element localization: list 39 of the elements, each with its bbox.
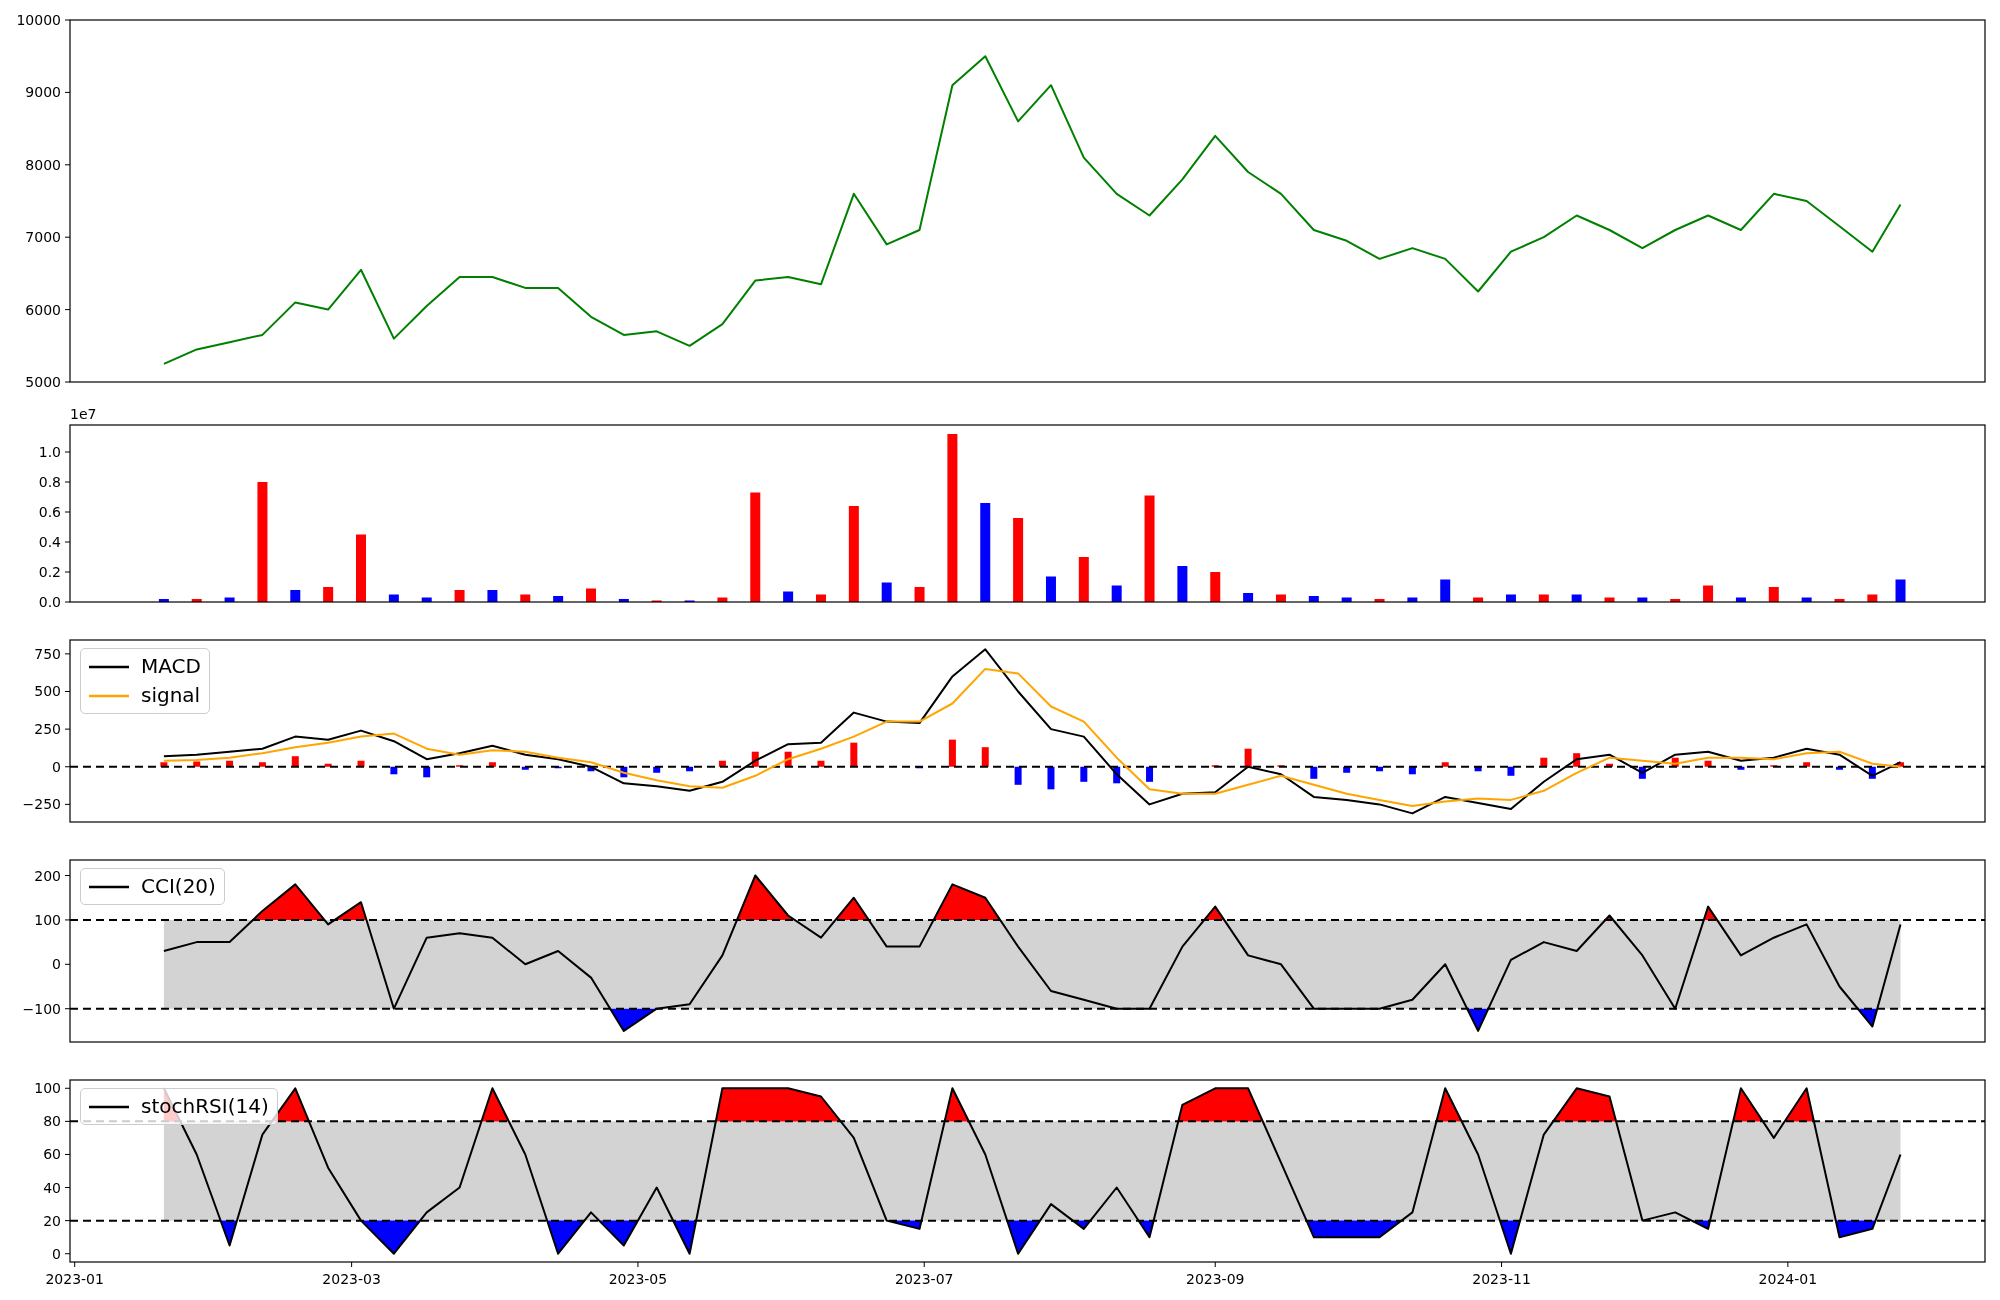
x-tick-label: 2023-03 <box>322 1271 381 1287</box>
y-tick-label: 0 <box>52 956 61 973</box>
y-tick-label: −100 <box>22 1000 61 1017</box>
y-tick-label: 80 <box>43 1113 61 1130</box>
y-tick-label: 7000 <box>25 229 61 246</box>
y-tick-label: 0.6 <box>38 504 61 520</box>
y-tick-label: 0.0 <box>38 594 61 610</box>
x-tick-label: 2023-01 <box>45 1271 104 1287</box>
x-tick-label: 2023-07 <box>895 1271 954 1287</box>
y-tick-label: 100 <box>34 911 61 928</box>
x-tick-label: 2024-01 <box>1758 1271 1818 1287</box>
x-tick-label: 2023-05 <box>608 1271 668 1287</box>
y-tick-label: 60 <box>43 1146 61 1163</box>
legend-label: stochRSI(14) <box>141 1094 269 1119</box>
y-tick-label: 9000 <box>25 84 61 101</box>
legend-label: CCI(20) <box>141 874 216 899</box>
y-tick-label: 100 <box>34 1080 61 1097</box>
y-tick-label: 5000 <box>25 374 61 390</box>
y-tick-label: −250 <box>22 796 61 813</box>
y-tick-label: 750 <box>34 645 61 662</box>
axis-offset-label: 1e7 <box>70 406 97 422</box>
x-tick-label: 2023-09 <box>1186 1271 1245 1287</box>
y-tick-label: 250 <box>34 721 61 738</box>
y-tick-label: 200 <box>34 867 61 884</box>
y-tick-label: 40 <box>43 1179 61 1196</box>
y-tick-label: 0.2 <box>38 564 61 580</box>
y-tick-label: 1.0 <box>38 444 61 460</box>
y-tick-label: 20 <box>43 1212 61 1229</box>
y-tick-label: 0 <box>52 1245 61 1262</box>
y-tick-label: 500 <box>34 683 61 700</box>
y-tick-label: 0.4 <box>38 534 61 550</box>
y-tick-label: 0.8 <box>38 474 61 490</box>
y-tick-label: 0 <box>52 758 61 775</box>
y-tick-label: 6000 <box>25 301 61 318</box>
y-tick-label: 10000 <box>16 12 61 28</box>
x-tick-label: 2023-11 <box>1472 1271 1531 1287</box>
legend-label: signal <box>141 683 201 708</box>
legend-label: MACD <box>141 654 201 679</box>
y-tick-label: 8000 <box>25 156 61 173</box>
